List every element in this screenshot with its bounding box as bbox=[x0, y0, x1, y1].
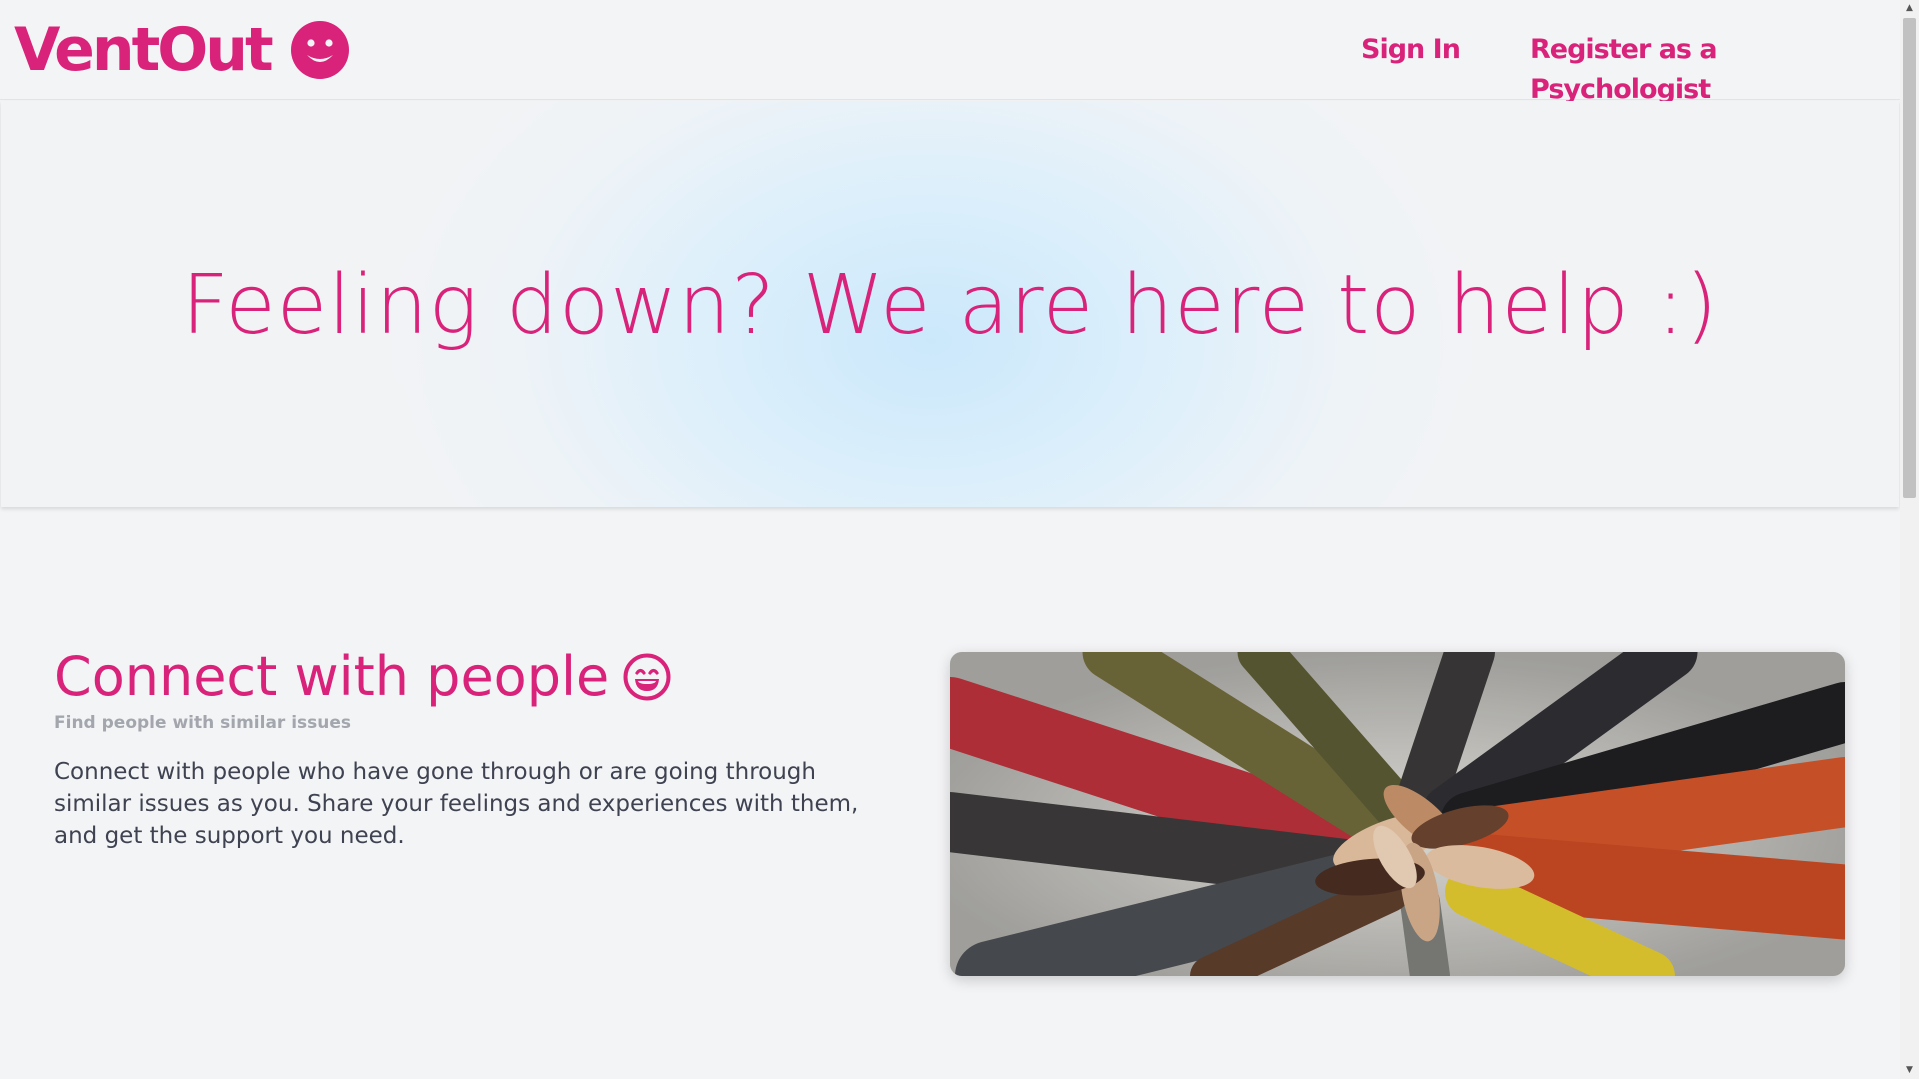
scroll-down-arrow-icon[interactable]: ▼ bbox=[1900, 1062, 1919, 1079]
vertical-scrollbar[interactable]: ▲ ▼ bbox=[1900, 0, 1919, 1079]
logo-link[interactable]: VentOut bbox=[14, 14, 349, 86]
smiley-icon bbox=[290, 21, 349, 79]
hero-title: Feeling down? We are here to help :) bbox=[181, 258, 1719, 353]
section-description: Connect with people who have gone throug… bbox=[54, 759, 859, 849]
group-hands-photo bbox=[950, 652, 1845, 976]
page: VentOut Sign In Register as a Psychologi… bbox=[0, 0, 1919, 1079]
register-psychologist-link[interactable]: Register as a Psychologist bbox=[1530, 30, 1900, 110]
section-title-row: Connect with people bbox=[54, 642, 671, 712]
scroll-up-arrow-icon[interactable]: ▲ bbox=[1900, 0, 1919, 17]
section-heading: Connect with people bbox=[54, 645, 610, 708]
site-header: VentOut Sign In Register as a Psychologi… bbox=[0, 0, 1900, 105]
grinning-face-icon bbox=[623, 653, 671, 701]
hero-banner: Feeling down? We are here to help :) bbox=[1, 101, 1899, 507]
logo-text: VentOut bbox=[14, 15, 274, 85]
sign-in-link[interactable]: Sign In bbox=[1361, 30, 1461, 70]
section-subtitle: Find people with similar issues bbox=[54, 713, 352, 733]
scrollbar-thumb[interactable] bbox=[1903, 18, 1916, 498]
